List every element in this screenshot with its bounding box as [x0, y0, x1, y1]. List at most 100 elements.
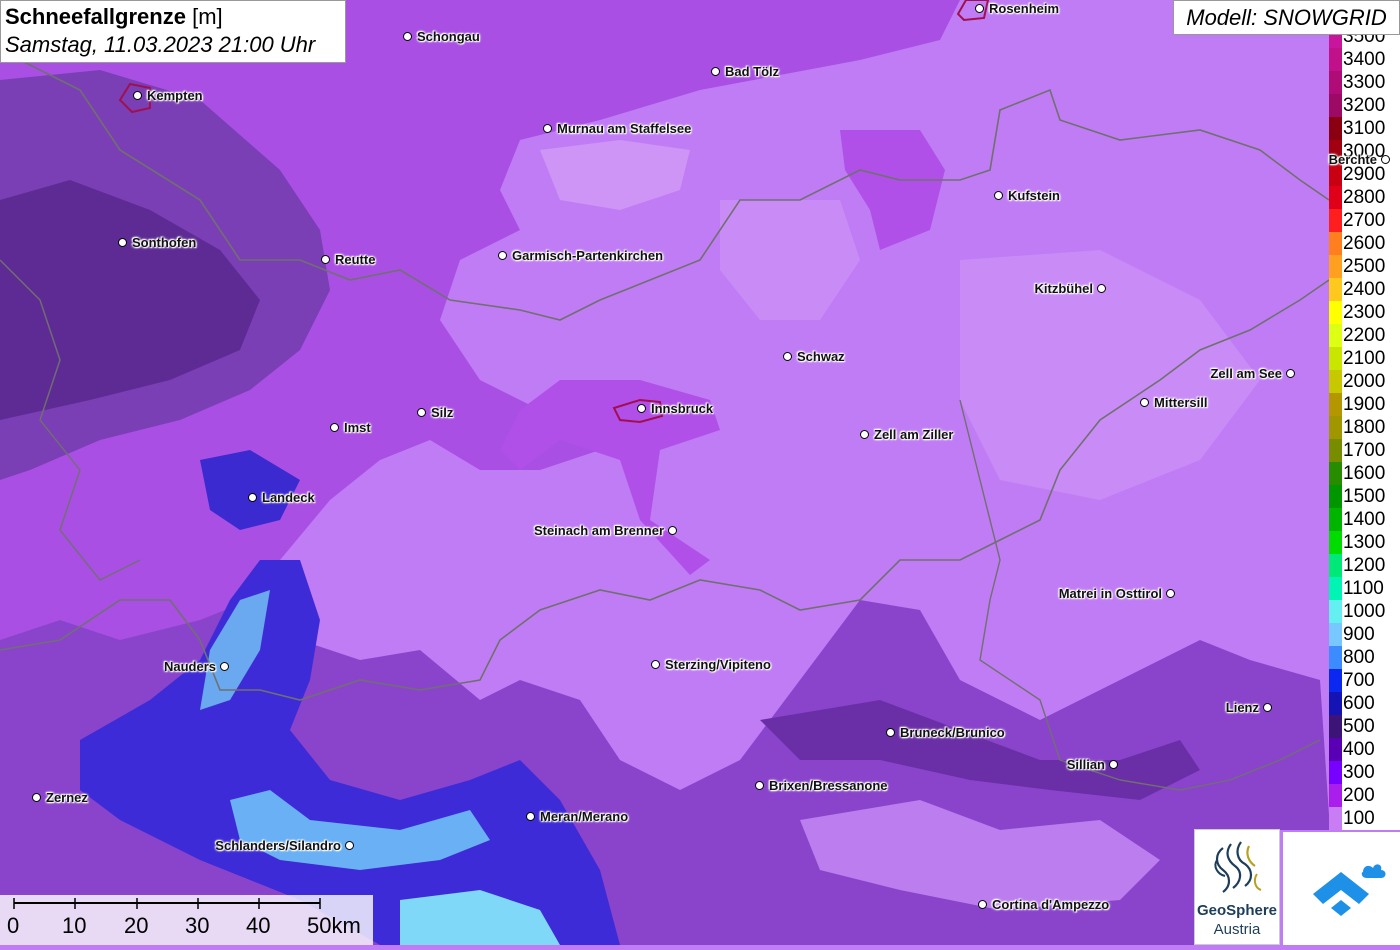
legend-label: 2300: [1343, 302, 1386, 323]
city-label: Murnau am Staffelsee: [557, 121, 692, 136]
city-label: Schwaz: [797, 349, 845, 364]
legend-item: 3300: [1329, 71, 1400, 94]
legend-label: 3300: [1343, 72, 1386, 93]
legend-item: 1400: [1329, 508, 1400, 531]
city-dot-icon: [1097, 284, 1106, 293]
legend-swatch: [1329, 508, 1342, 531]
city-dot-icon: [755, 781, 764, 790]
scale-tick-label: 20: [124, 913, 149, 938]
city-dot-icon: [32, 793, 41, 802]
legend-label: 1900: [1343, 394, 1386, 415]
legend-swatch: [1329, 784, 1342, 807]
legend-item: 2500: [1329, 255, 1400, 278]
snowfall-line-map[interactable]: [0, 0, 1400, 945]
city-label: Bruneck/Brunico: [900, 725, 1005, 740]
legend-item: 2000: [1329, 370, 1400, 393]
city-dot-icon: [994, 191, 1003, 200]
city-dot-icon: [1166, 589, 1175, 598]
legend-item: 3500: [1329, 35, 1400, 48]
legend-swatch: [1329, 669, 1342, 692]
city-dot-icon: [637, 404, 646, 413]
scale-tick-label: 30: [185, 913, 210, 938]
city-label: Mittersill: [1154, 395, 1208, 410]
city-dot-icon: [886, 728, 895, 737]
city-label: Sonthofen: [132, 235, 197, 250]
legend-item: 3200: [1329, 94, 1400, 117]
city-dot-icon: [1109, 760, 1118, 769]
legend-swatch: [1329, 370, 1342, 393]
legend-swatch: [1329, 531, 1342, 554]
geosphere-emblem-icon: [1214, 841, 1262, 893]
legend-swatch: [1329, 462, 1342, 485]
city-dot-icon: [543, 124, 552, 133]
legend-label: 1000: [1343, 601, 1386, 622]
legend-item: 1700: [1329, 439, 1400, 462]
legend-swatch: [1329, 738, 1342, 761]
title-unit: [m]: [192, 4, 223, 29]
legend-label: 2700: [1343, 210, 1386, 231]
snowgrid-logo[interactable]: [1283, 832, 1400, 945]
city-label: Zernez: [46, 790, 88, 805]
city-dot-icon: [975, 4, 984, 13]
legend-item: 2400: [1329, 278, 1400, 301]
geosphere-name: GeoSphere: [1196, 902, 1278, 919]
legend-item: 2600: [1329, 232, 1400, 255]
city-label: Innsbruck: [651, 401, 714, 416]
map-datetime: Samstag, 11.03.2023 21:00 Uhr: [5, 32, 316, 57]
legend-swatch: [1329, 278, 1342, 301]
legend-swatch: [1329, 485, 1342, 508]
legend-label: 3100: [1343, 118, 1386, 139]
model-label: Modell: SNOWGRID: [1173, 0, 1400, 35]
legend-item: 800: [1329, 646, 1400, 669]
city-label: Schlanders/Silandro: [215, 838, 341, 853]
legend-label: 2800: [1343, 187, 1386, 208]
map-title: Schneefallgrenze [m]: [5, 3, 341, 31]
legend-item: 2100: [1329, 347, 1400, 370]
city-label: Garmisch-Partenkirchen: [512, 248, 664, 263]
city-dot-icon: [711, 67, 720, 76]
legend-item: 3400: [1329, 48, 1400, 71]
city-dot-icon: [220, 662, 229, 671]
legend-swatch: [1329, 255, 1342, 278]
city-dot-icon: [1263, 703, 1272, 712]
city-label: Nauders: [163, 659, 216, 674]
city-label: Imst: [344, 420, 371, 435]
legend-label: 2000: [1343, 371, 1386, 392]
legend-swatch: [1329, 117, 1342, 140]
legend-label: 200: [1343, 785, 1375, 806]
legend-item: 1100: [1329, 577, 1400, 600]
legend-item: 2800: [1329, 186, 1400, 209]
legend-swatch: [1329, 646, 1342, 669]
legend-label: 100: [1343, 808, 1375, 829]
legend-swatch: [1329, 94, 1342, 117]
legend-item: 900: [1329, 623, 1400, 646]
legend-swatch: [1329, 554, 1342, 577]
city-dot-icon: [321, 255, 330, 264]
city-label: Brixen/Bressanone: [769, 778, 888, 793]
legend-swatch: [1329, 324, 1342, 347]
legend-item: 1300: [1329, 531, 1400, 554]
legend-item: 2200: [1329, 324, 1400, 347]
legend-label: 1700: [1343, 440, 1386, 461]
legend-swatch: [1329, 416, 1342, 439]
legend-label: 2500: [1343, 256, 1386, 277]
legend-label: 1800: [1343, 417, 1386, 438]
legend-item: 1200: [1329, 554, 1400, 577]
legend-item: 1900: [1329, 393, 1400, 416]
legend-swatch: [1329, 577, 1342, 600]
legend-item: 400: [1329, 738, 1400, 761]
legend-label: 500: [1343, 716, 1375, 737]
legend-swatch: [1329, 393, 1342, 416]
geosphere-logo[interactable]: GeoSphere Austria: [1194, 829, 1280, 945]
legend-label: 900: [1343, 624, 1375, 645]
legend-label: 3200: [1343, 95, 1386, 116]
geosphere-sub: Austria: [1213, 921, 1261, 938]
city-label: Sterzing/Vipiteno: [665, 657, 771, 672]
city-dot-icon: [651, 660, 660, 669]
city-dot-icon: [668, 526, 677, 535]
city-dot-icon: [978, 900, 987, 909]
city-dot-icon: [118, 238, 127, 247]
scale-tick-label: 0: [7, 913, 20, 938]
mountain-cloud-icon: [1313, 864, 1386, 916]
legend-swatch: [1329, 439, 1342, 462]
